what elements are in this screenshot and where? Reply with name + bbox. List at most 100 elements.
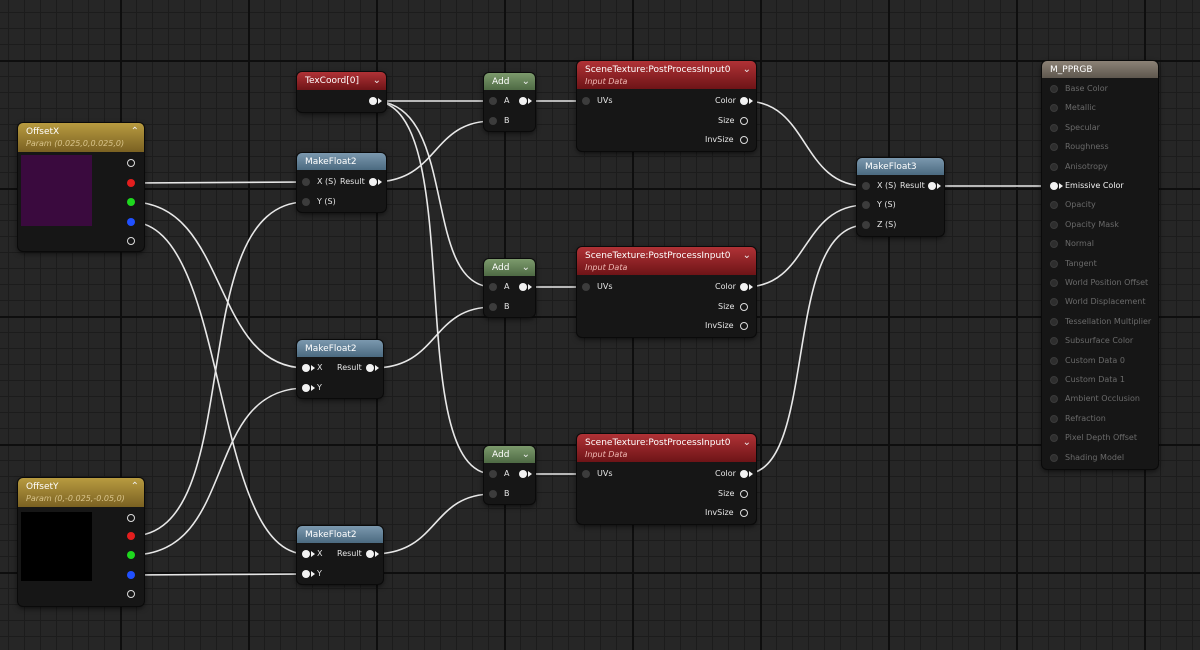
output-pin-invsize[interactable]	[740, 509, 748, 517]
node-header[interactable]: MakeFloat2	[297, 526, 383, 543]
node-scenetexture-2[interactable]: SceneTexture:PostProcessInput0 Input Dat…	[577, 247, 756, 337]
input-pin-z[interactable]	[862, 221, 870, 229]
output-pin-result[interactable]	[366, 550, 374, 558]
node-makefloat2-a[interactable]: MakeFloat2 X (S) Result Y (S)	[297, 153, 386, 212]
material-input-pin[interactable]	[1050, 220, 1058, 229]
output-pin-b[interactable]	[127, 571, 135, 579]
node-header[interactable]: MakeFloat3	[857, 158, 944, 175]
node-makefloat2-b[interactable]: MakeFloat2 X Result Y	[297, 340, 383, 398]
node-offsety[interactable]: OffsetY Param (0,-0.025,-0.05,0) ⌃	[18, 478, 144, 606]
node-add-1[interactable]: Add ⌄ A B	[484, 73, 535, 131]
material-input-pin[interactable]	[1050, 201, 1058, 210]
node-scenetexture-1[interactable]: SceneTexture:PostProcessInput0 Input Dat…	[577, 61, 756, 151]
node-header[interactable]: M_PPRGB	[1042, 61, 1158, 78]
output-pin-r[interactable]	[127, 532, 135, 540]
input-pin-b[interactable]	[489, 490, 497, 498]
node-scenetexture-3[interactable]: SceneTexture:PostProcessInput0 Input Dat…	[577, 434, 756, 524]
node-header[interactable]: Add ⌄	[484, 73, 535, 90]
material-input-pin[interactable]	[1050, 317, 1058, 326]
input-pin-a[interactable]	[489, 470, 497, 478]
material-input-pin[interactable]	[1050, 395, 1058, 404]
material-input-pin[interactable]	[1050, 414, 1058, 423]
material-input-pin[interactable]	[1050, 453, 1058, 462]
material-input-pin[interactable]	[1050, 337, 1058, 346]
material-input-pin[interactable]	[1050, 279, 1058, 287]
node-header[interactable]: SceneTexture:PostProcessInput0 Input Dat…	[577, 61, 756, 89]
chevron-down-icon[interactable]: ⌄	[743, 249, 751, 263]
node-header[interactable]: TexCoord[0] ⌄	[297, 72, 386, 90]
node-material-output[interactable]: M_PPRGB Base Color Metallic Specular Roughn…	[1042, 61, 1158, 469]
node-header[interactable]: OffsetY Param (0,-0.025,-0.05,0) ⌃	[18, 478, 144, 507]
node-add-2[interactable]: Add ⌄ A B	[484, 259, 535, 317]
chevron-up-icon[interactable]: ⌃	[131, 125, 139, 139]
node-header[interactable]: SceneTexture:PostProcessInput0 Input Dat…	[577, 247, 756, 275]
input-pin-a[interactable]	[489, 97, 497, 105]
input-pin-a[interactable]	[489, 283, 497, 291]
material-input-pin[interactable]	[1050, 434, 1058, 443]
chevron-down-icon[interactable]: ⌄	[743, 63, 751, 77]
material-input-pin[interactable]	[1050, 182, 1058, 190]
node-makefloat3[interactable]: MakeFloat3 X (S) Result Y (S) Z (S)	[857, 158, 944, 236]
input-pin-y[interactable]	[302, 198, 310, 206]
input-pin-b[interactable]	[489, 117, 497, 125]
output-pin-rgb[interactable]	[127, 514, 135, 522]
chevron-down-icon[interactable]: ⌄	[522, 75, 530, 89]
input-pin-uvs[interactable]	[582, 470, 590, 478]
output-pin-color[interactable]	[740, 97, 748, 105]
material-input-pin[interactable]	[1050, 162, 1058, 171]
output-pin-color[interactable]	[740, 283, 748, 291]
output-pin-invsize[interactable]	[740, 322, 748, 330]
output-pin-size[interactable]	[740, 303, 748, 311]
material-input-pin[interactable]	[1050, 85, 1058, 93]
chevron-up-icon[interactable]: ⌃	[131, 480, 139, 494]
node-makefloat2-c[interactable]: MakeFloat2 X Result Y	[297, 526, 383, 584]
chevron-down-icon[interactable]: ⌄	[373, 74, 381, 88]
chevron-down-icon[interactable]: ⌄	[743, 436, 751, 450]
material-input-pin[interactable]	[1050, 123, 1058, 132]
node-header[interactable]: Add ⌄	[484, 446, 535, 463]
output-pin-g[interactable]	[127, 198, 135, 206]
input-pin-x[interactable]	[302, 550, 310, 558]
output-pin-a[interactable]	[127, 237, 135, 245]
input-pin-b[interactable]	[489, 303, 497, 311]
node-offsetx[interactable]: OffsetX Param (0.025,0,0.025,0) ⌃	[18, 123, 144, 251]
node-add-3[interactable]: Add ⌄ A B	[484, 446, 535, 504]
output-pin-uv[interactable]	[369, 97, 377, 105]
input-pin-x[interactable]	[302, 364, 310, 372]
input-pin-uvs[interactable]	[582, 283, 590, 291]
output-pin[interactable]	[519, 97, 527, 105]
output-pin-a[interactable]	[127, 590, 135, 598]
output-pin[interactable]	[519, 470, 527, 478]
material-input-pin[interactable]	[1050, 376, 1058, 384]
output-pin-b[interactable]	[127, 218, 135, 226]
node-header[interactable]: OffsetX Param (0.025,0,0.025,0) ⌃	[18, 123, 144, 152]
chevron-down-icon[interactable]: ⌄	[522, 448, 530, 462]
output-pin-g[interactable]	[127, 551, 135, 559]
output-pin-result[interactable]	[369, 178, 377, 186]
input-pin-y[interactable]	[302, 570, 310, 578]
node-header[interactable]: Add ⌄	[484, 259, 535, 276]
material-input-pin[interactable]	[1050, 143, 1058, 152]
output-pin-result[interactable]	[928, 182, 936, 190]
node-texcoord[interactable]: TexCoord[0] ⌄	[297, 72, 386, 112]
output-pin-size[interactable]	[740, 490, 748, 498]
output-pin-color[interactable]	[740, 470, 748, 478]
node-header[interactable]: MakeFloat2	[297, 340, 383, 357]
material-input-pin[interactable]	[1050, 240, 1058, 249]
output-pin-size[interactable]	[740, 117, 748, 125]
output-pin-rgb[interactable]	[127, 159, 135, 167]
node-header[interactable]: SceneTexture:PostProcessInput0 Input Dat…	[577, 434, 756, 462]
material-input-pin[interactable]	[1050, 104, 1058, 113]
input-pin-uvs[interactable]	[582, 97, 590, 105]
output-pin[interactable]	[519, 283, 527, 291]
node-header[interactable]: MakeFloat2	[297, 153, 386, 170]
input-pin-y[interactable]	[302, 384, 310, 392]
material-input-pin[interactable]	[1050, 356, 1058, 365]
output-pin-invsize[interactable]	[740, 136, 748, 144]
input-pin-x[interactable]	[862, 182, 870, 190]
input-pin-x[interactable]	[302, 178, 310, 186]
output-pin-r[interactable]	[127, 179, 135, 187]
material-input-pin[interactable]	[1050, 259, 1058, 268]
output-pin-result[interactable]	[366, 364, 374, 372]
input-pin-y[interactable]	[862, 201, 870, 209]
